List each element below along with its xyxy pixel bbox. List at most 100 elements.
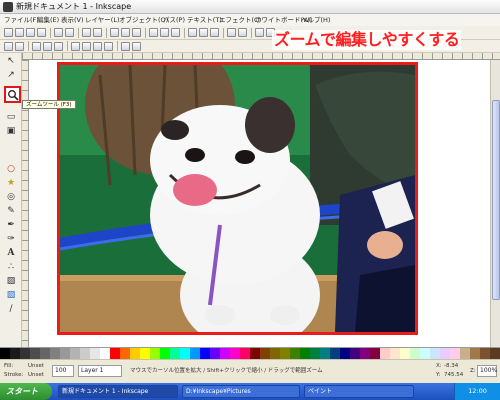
node-edit-icon[interactable]: ↗ xyxy=(4,69,18,81)
palette-swatch[interactable] xyxy=(220,348,230,359)
zoom-out-icon[interactable] xyxy=(15,42,24,51)
palette-swatch[interactable] xyxy=(200,348,210,359)
palette-swatch[interactable] xyxy=(130,348,140,359)
palette-swatch[interactable] xyxy=(70,348,80,359)
clone-icon[interactable] xyxy=(199,28,208,37)
palette-swatch[interactable] xyxy=(320,348,330,359)
palette-swatch[interactable] xyxy=(50,348,60,359)
vertical-scrollbar-thumb[interactable] xyxy=(492,100,500,300)
fill-stroke-icon[interactable] xyxy=(255,28,264,37)
star-icon[interactable]: ★ xyxy=(4,177,18,189)
palette-swatch[interactable] xyxy=(250,348,260,359)
export-icon[interactable] xyxy=(65,28,74,37)
eraser-icon[interactable]: ▨ xyxy=(4,275,18,287)
zoom-next-icon[interactable] xyxy=(132,42,141,51)
box3d-icon[interactable]: ▣ xyxy=(4,125,18,137)
zoom-1-1-icon[interactable] xyxy=(32,42,41,51)
undo-icon[interactable] xyxy=(82,28,91,37)
palette-swatch[interactable] xyxy=(260,348,270,359)
drawing-canvas[interactable] xyxy=(29,60,490,347)
text-icon[interactable]: A xyxy=(4,247,18,259)
fill-value[interactable]: Unset xyxy=(28,363,44,370)
palette-swatch[interactable] xyxy=(380,348,390,359)
palette-swatch[interactable] xyxy=(280,348,290,359)
palette-swatch[interactable] xyxy=(140,348,150,359)
spiral-icon[interactable]: ◎ xyxy=(4,191,18,203)
stroke-value[interactable]: Unset xyxy=(28,372,44,379)
palette-swatch[interactable] xyxy=(340,348,350,359)
start-button[interactable]: スタート xyxy=(0,383,52,400)
new-document-icon[interactable] xyxy=(4,28,13,37)
palette-swatch[interactable] xyxy=(400,348,410,359)
palette-swatch[interactable] xyxy=(170,348,180,359)
palette-swatch[interactable] xyxy=(330,348,340,359)
palette-swatch[interactable] xyxy=(450,348,460,359)
zoom-selection-icon[interactable] xyxy=(149,28,158,37)
menu-edit[interactable]: 編集(E) xyxy=(36,14,60,26)
taskbar-item-inkscape[interactable]: 新規ドキュメント 1 - Inkscape xyxy=(58,385,178,398)
taskbar-item-folder[interactable]: D:¥Inkscape¥Pictures xyxy=(182,385,300,398)
palette-swatch[interactable] xyxy=(430,348,440,359)
palette-swatch[interactable] xyxy=(90,348,100,359)
palette-swatch[interactable] xyxy=(210,348,220,359)
zoom-field[interactable]: 100% xyxy=(477,365,497,377)
palette-swatch[interactable] xyxy=(490,348,500,359)
palette-swatch[interactable] xyxy=(390,348,400,359)
menu-path[interactable]: パス(P) xyxy=(162,14,186,26)
palette-swatch[interactable] xyxy=(350,348,360,359)
zoom-page-icon[interactable] xyxy=(93,42,102,51)
palette-swatch[interactable] xyxy=(240,348,250,359)
palette-swatch[interactable] xyxy=(440,348,450,359)
palette-swatch[interactable] xyxy=(30,348,40,359)
cut-icon[interactable] xyxy=(121,28,130,37)
calligraphy-icon[interactable]: ✑ xyxy=(4,233,18,245)
zoom-tool-button[interactable] xyxy=(4,86,21,103)
vertical-scrollbar[interactable] xyxy=(490,60,500,347)
group-icon[interactable] xyxy=(227,28,236,37)
palette-swatch[interactable] xyxy=(80,348,90,359)
zoom-selection-icon[interactable] xyxy=(71,42,80,51)
palette-swatch[interactable] xyxy=(410,348,420,359)
palette-swatch[interactable] xyxy=(20,348,30,359)
zoom-drawing-icon[interactable] xyxy=(82,42,91,51)
zoom-page-icon[interactable] xyxy=(171,28,180,37)
save-icon[interactable] xyxy=(26,28,35,37)
menu-help[interactable]: ヘルプ(H) xyxy=(300,14,331,26)
palette-swatch[interactable] xyxy=(120,348,130,359)
opacity-field[interactable]: 100 xyxy=(52,365,74,377)
palette-swatch[interactable] xyxy=(190,348,200,359)
palette-swatch[interactable] xyxy=(0,348,10,359)
zoom-previous-icon[interactable] xyxy=(121,42,130,51)
zoom-page-width-icon[interactable] xyxy=(104,42,113,51)
pen-icon[interactable]: ✒ xyxy=(4,219,18,231)
duplicate-icon[interactable] xyxy=(188,28,197,37)
layer-selector[interactable]: Layer 1 xyxy=(78,365,122,377)
palette-swatch[interactable] xyxy=(230,348,240,359)
ellipse-icon[interactable]: ○ xyxy=(4,163,18,175)
palette-swatch[interactable] xyxy=(300,348,310,359)
zoom-1-2-icon[interactable] xyxy=(43,42,52,51)
palette-swatch[interactable] xyxy=(180,348,190,359)
palette-swatch[interactable] xyxy=(60,348,70,359)
menu-view[interactable]: 表示(V) xyxy=(60,14,85,26)
palette-swatch[interactable] xyxy=(290,348,300,359)
pencil-icon[interactable]: ✎ xyxy=(4,205,18,217)
print-icon[interactable] xyxy=(37,28,46,37)
ungroup-icon[interactable] xyxy=(238,28,247,37)
rectangle-icon[interactable]: ▭ xyxy=(4,111,18,123)
zoom-2-1-icon[interactable] xyxy=(54,42,63,51)
taskbar-item-paint[interactable]: ペイント xyxy=(304,385,414,398)
open-icon[interactable] xyxy=(15,28,24,37)
palette-swatch[interactable] xyxy=(10,348,20,359)
palette-swatch[interactable] xyxy=(270,348,280,359)
select-icon[interactable]: ↖ xyxy=(4,55,18,67)
palette-swatch[interactable] xyxy=(40,348,50,359)
palette-swatch[interactable] xyxy=(310,348,320,359)
palette-swatch[interactable] xyxy=(160,348,170,359)
copy-icon[interactable] xyxy=(110,28,119,37)
palette-swatch[interactable] xyxy=(360,348,370,359)
palette-swatch[interactable] xyxy=(150,348,160,359)
spray-icon[interactable]: ∴ xyxy=(4,261,18,273)
palette-swatch[interactable] xyxy=(470,348,480,359)
zoom-drawing-icon[interactable] xyxy=(160,28,169,37)
